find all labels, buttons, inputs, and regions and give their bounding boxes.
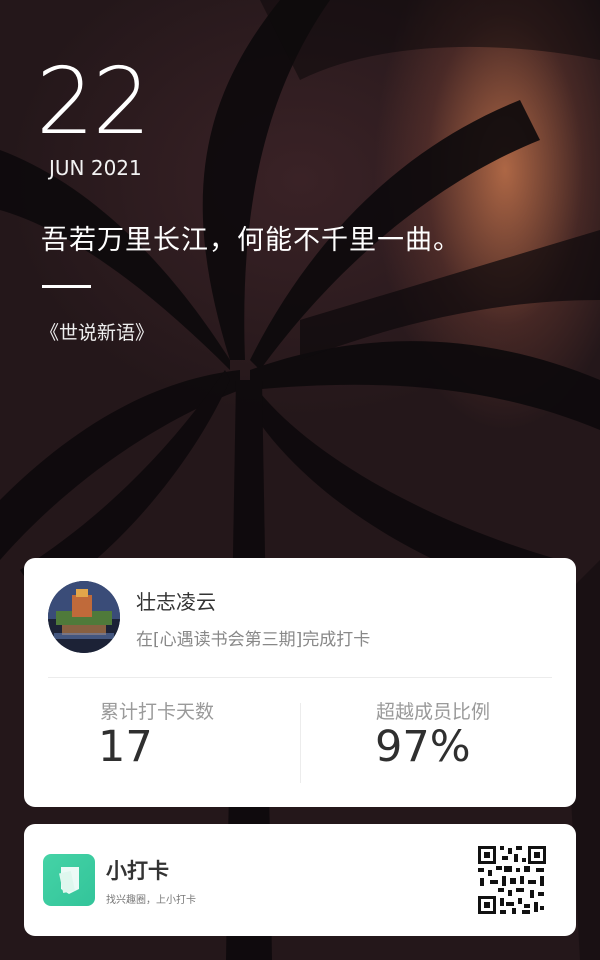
avatar[interactable]	[48, 581, 120, 653]
date-month-year: JUN 2021	[49, 156, 142, 180]
date-day: 22	[36, 48, 151, 155]
avatar-image	[48, 581, 120, 653]
brand-name: 小打卡	[106, 859, 169, 883]
stats-divider	[300, 703, 301, 783]
days-label: 累计打卡天数	[100, 701, 215, 723]
card-icon	[43, 854, 95, 906]
exceed-label: 超越成员比例	[376, 701, 491, 723]
user-name: 壮志凌云	[136, 590, 216, 614]
qr-code-image	[476, 844, 548, 916]
days-value: 17	[98, 722, 153, 772]
brand-slogan: 找兴趣圈，上小打卡	[106, 895, 196, 906]
checkin-activity: 在[心遇读书会第三期]完成打卡	[136, 630, 371, 650]
quote-divider	[42, 285, 91, 288]
qr-code-icon[interactable]	[476, 844, 548, 916]
quote-text: 吾若万里长江，何能不千里一曲。	[41, 225, 461, 256]
card-divider	[48, 677, 552, 678]
quote-source: 《世说新语》	[40, 322, 155, 344]
checkin-card: 壮志凌云 在[心遇读书会第三期]完成打卡 累计打卡天数 17 超越成员比例 97…	[24, 558, 576, 807]
card-icon-glyph	[59, 867, 79, 894]
brand-card: 小打卡 找兴趣圈，上小打卡	[24, 824, 576, 936]
exceed-value: 97%	[375, 722, 471, 772]
